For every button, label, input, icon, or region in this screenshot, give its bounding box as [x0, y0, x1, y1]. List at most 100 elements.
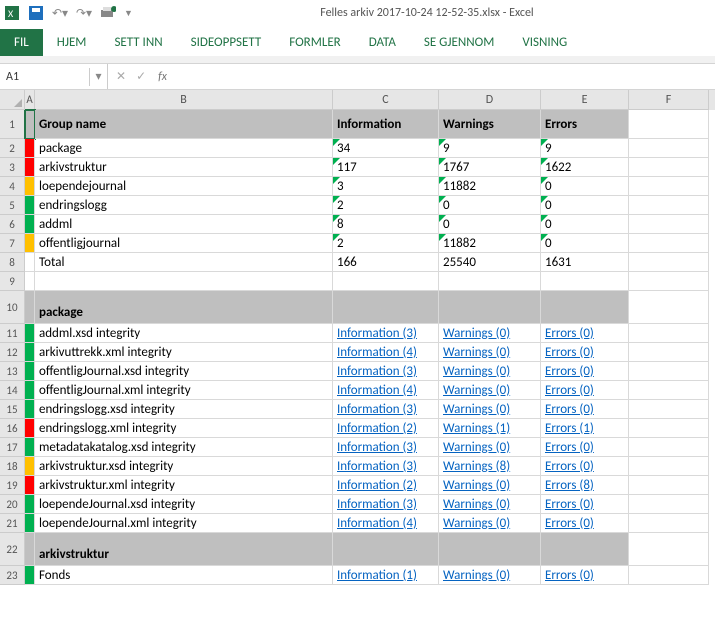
- cell[interactable]: [629, 139, 709, 158]
- enter-icon[interactable]: ✓: [136, 69, 146, 84]
- warn-link[interactable]: Warnings (0): [443, 364, 510, 379]
- summary-name[interactable]: endringslogg: [35, 196, 333, 215]
- tab-formulas[interactable]: FORMLER: [275, 29, 355, 56]
- warn-link[interactable]: Warnings (8): [443, 459, 510, 474]
- col-header-d[interactable]: D: [439, 90, 541, 110]
- cell[interactable]: [333, 291, 439, 324]
- summary-name[interactable]: Total: [35, 253, 333, 272]
- err-cell[interactable]: Errors (8): [541, 476, 629, 495]
- err-cell[interactable]: Errors (0): [541, 457, 629, 476]
- status-color-cell[interactable]: [25, 234, 35, 253]
- summary-info[interactable]: 8: [333, 215, 439, 234]
- col-header-e[interactable]: E: [541, 90, 629, 110]
- err-link[interactable]: Errors (0): [545, 568, 594, 583]
- cell[interactable]: [629, 514, 709, 533]
- row-header[interactable]: 4: [0, 177, 25, 196]
- cell[interactable]: [629, 362, 709, 381]
- info-cell[interactable]: Information (4): [333, 343, 439, 362]
- cell[interactable]: [541, 533, 629, 566]
- warn-cell[interactable]: Warnings (0): [439, 495, 541, 514]
- summary-info[interactable]: 166: [333, 253, 439, 272]
- summary-info[interactable]: 2: [333, 234, 439, 253]
- warn-link[interactable]: Warnings (0): [443, 516, 510, 531]
- row-header[interactable]: 8: [0, 253, 25, 272]
- cell[interactable]: [333, 533, 439, 566]
- row-header[interactable]: 6: [0, 215, 25, 234]
- err-cell[interactable]: Errors (0): [541, 343, 629, 362]
- cell[interactable]: [629, 533, 709, 566]
- err-cell[interactable]: Errors (0): [541, 514, 629, 533]
- err-cell[interactable]: Errors (0): [541, 438, 629, 457]
- warn-cell[interactable]: Warnings (0): [439, 362, 541, 381]
- summary-info[interactable]: 117: [333, 158, 439, 177]
- quick-print-icon[interactable]: [100, 5, 116, 21]
- cell[interactable]: [629, 419, 709, 438]
- err-link[interactable]: Errors (0): [545, 345, 594, 360]
- info-link[interactable]: Information (3): [337, 364, 417, 379]
- item-name[interactable]: endringslogg.xml integrity: [35, 419, 333, 438]
- status-color-cell[interactable]: [25, 139, 35, 158]
- err-cell[interactable]: Errors (0): [541, 495, 629, 514]
- err-cell[interactable]: Errors (0): [541, 566, 629, 585]
- warn-cell[interactable]: Warnings (0): [439, 438, 541, 457]
- err-link[interactable]: Errors (0): [545, 497, 594, 512]
- row-header[interactable]: 23: [0, 566, 25, 585]
- cell[interactable]: [439, 291, 541, 324]
- status-color-cell[interactable]: [25, 400, 35, 419]
- item-name[interactable]: arkivstruktur.xsd integrity: [35, 457, 333, 476]
- section-header[interactable]: package: [35, 291, 333, 324]
- item-name[interactable]: addml.xsd integrity: [35, 324, 333, 343]
- info-link[interactable]: Information (1): [337, 568, 417, 583]
- info-link[interactable]: Information (4): [337, 383, 417, 398]
- col-header-c[interactable]: C: [333, 90, 439, 110]
- status-color-cell[interactable]: [25, 253, 35, 272]
- summary-err[interactable]: 0: [541, 177, 629, 196]
- status-color-cell[interactable]: [25, 419, 35, 438]
- item-name[interactable]: endringslogg.xsd integrity: [35, 400, 333, 419]
- row-header[interactable]: 14: [0, 381, 25, 400]
- tab-home[interactable]: HJEM: [43, 29, 101, 56]
- item-name[interactable]: arkivuttrekk.xml integrity: [35, 343, 333, 362]
- row-header[interactable]: 5: [0, 196, 25, 215]
- summary-err[interactable]: 9: [541, 139, 629, 158]
- summary-err[interactable]: 0: [541, 196, 629, 215]
- item-name[interactable]: offentligJournal.xml integrity: [35, 381, 333, 400]
- warn-link[interactable]: Warnings (0): [443, 326, 510, 341]
- cell[interactable]: [629, 291, 709, 324]
- summary-err[interactable]: 1622: [541, 158, 629, 177]
- warn-link[interactable]: Warnings (0): [443, 440, 510, 455]
- section-header[interactable]: arkivstruktur: [35, 533, 333, 566]
- item-name[interactable]: offentligJournal.xsd integrity: [35, 362, 333, 381]
- summary-warn[interactable]: 11882: [439, 177, 541, 196]
- cell[interactable]: [629, 196, 709, 215]
- warn-link[interactable]: Warnings (0): [443, 345, 510, 360]
- cell[interactable]: [629, 476, 709, 495]
- cell[interactable]: [629, 381, 709, 400]
- cell[interactable]: [629, 110, 709, 139]
- tab-insert[interactable]: SETT INN: [100, 29, 176, 56]
- status-color-cell[interactable]: [25, 177, 35, 196]
- summary-err[interactable]: 0: [541, 215, 629, 234]
- status-color-cell[interactable]: [25, 272, 35, 291]
- info-link[interactable]: Information (3): [337, 440, 417, 455]
- err-link[interactable]: Errors (8): [545, 478, 594, 493]
- status-color-cell[interactable]: [25, 514, 35, 533]
- info-link[interactable]: Information (4): [337, 345, 417, 360]
- status-color-cell[interactable]: [25, 196, 35, 215]
- cell[interactable]: [629, 215, 709, 234]
- cell[interactable]: [333, 272, 439, 291]
- summary-err[interactable]: 1631: [541, 253, 629, 272]
- section-color[interactable]: [25, 533, 35, 566]
- status-color-cell[interactable]: [25, 158, 35, 177]
- warn-cell[interactable]: Warnings (0): [439, 343, 541, 362]
- info-cell[interactable]: Information (3): [333, 324, 439, 343]
- summary-name[interactable]: arkivstruktur: [35, 158, 333, 177]
- item-name[interactable]: loependeJournal.xsd integrity: [35, 495, 333, 514]
- info-cell[interactable]: Information (2): [333, 419, 439, 438]
- status-color-cell[interactable]: [25, 457, 35, 476]
- status-color-cell[interactable]: [25, 495, 35, 514]
- err-link[interactable]: Errors (0): [545, 440, 594, 455]
- redo-icon[interactable]: ↷▾: [76, 5, 92, 21]
- err-link[interactable]: Errors (0): [545, 364, 594, 379]
- name-box[interactable]: A1: [0, 68, 90, 86]
